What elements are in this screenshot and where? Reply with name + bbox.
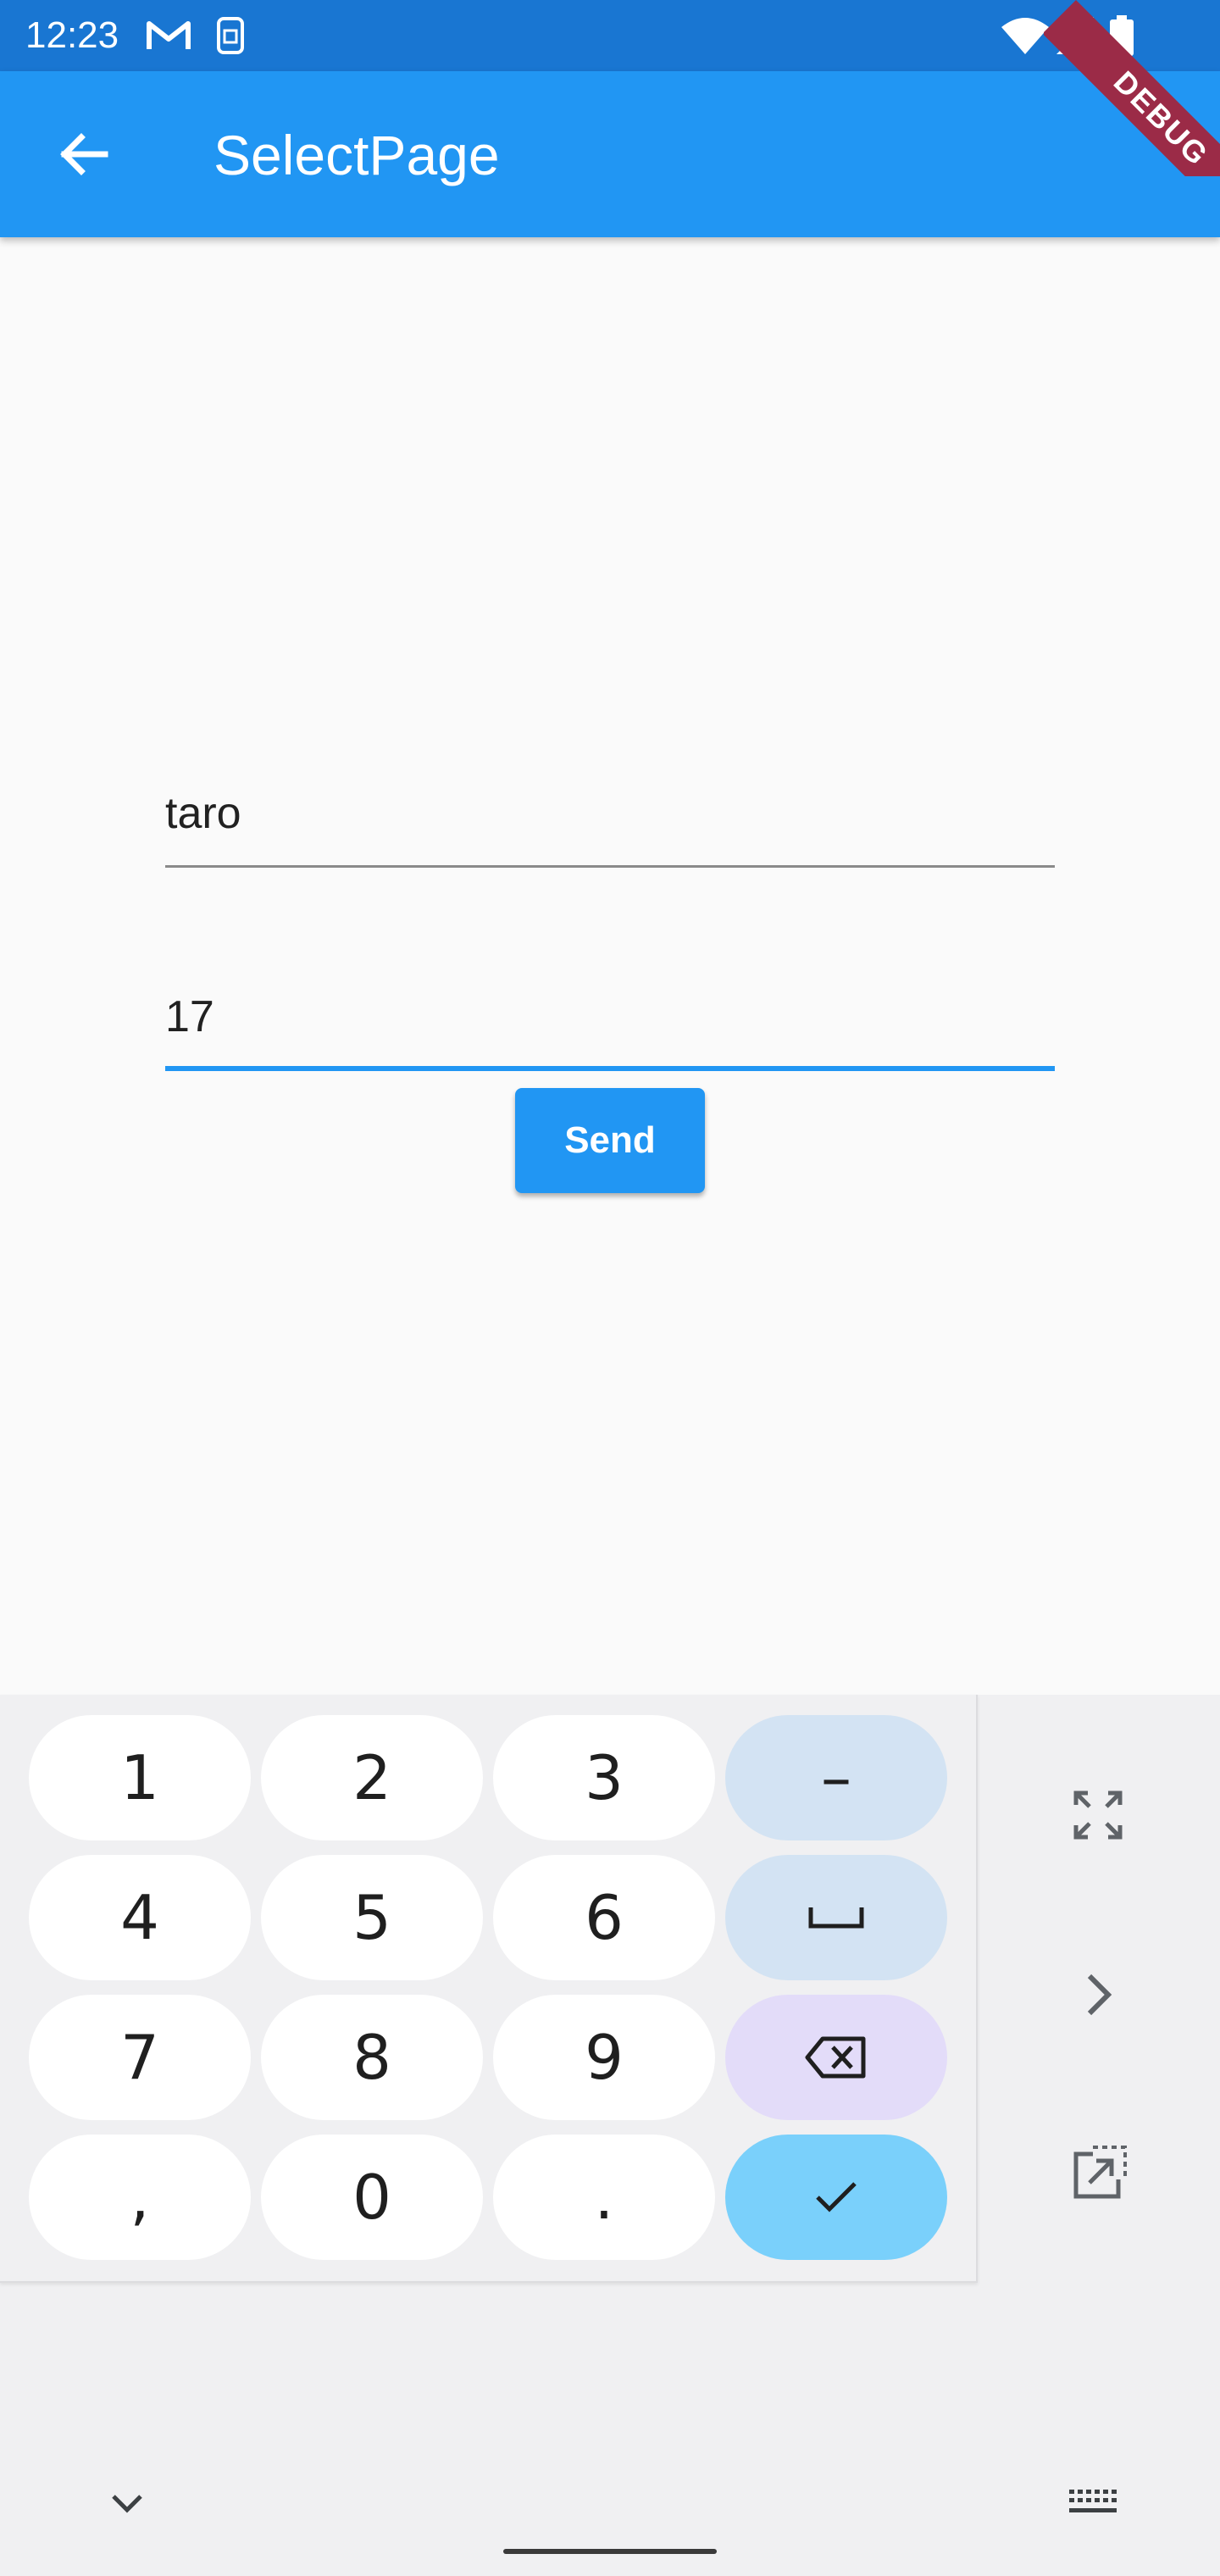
name-input-underline xyxy=(165,865,1055,868)
switch-keyboard-button[interactable] xyxy=(1042,2452,1144,2554)
age-input-underline-focused xyxy=(165,1066,1055,1071)
age-input[interactable] xyxy=(165,966,1055,1068)
key-backspace[interactable] xyxy=(725,1995,947,2120)
key-2[interactable]: 2 xyxy=(261,1715,483,1840)
keyboard-icon xyxy=(1069,2490,1117,2512)
send-button[interactable]: Send xyxy=(515,1088,705,1193)
key-space[interactable] xyxy=(725,1855,947,1980)
home-indicator[interactable] xyxy=(503,2549,717,2554)
fullscreen-icon xyxy=(1073,1790,1123,1840)
back-button[interactable] xyxy=(41,112,125,197)
key-comma[interactable]: , xyxy=(29,2135,251,2260)
page-title: SelectPage xyxy=(214,124,500,186)
space-icon xyxy=(808,1907,864,1929)
app-bar xyxy=(0,71,1220,237)
key-minus[interactable]: – xyxy=(725,1715,947,1840)
key-9[interactable]: 9 xyxy=(493,1995,715,2120)
key-0[interactable]: 0 xyxy=(261,2135,483,2260)
key-3[interactable]: 3 xyxy=(493,1715,715,1840)
name-input[interactable] xyxy=(165,763,1055,864)
backspace-icon xyxy=(805,2036,866,2079)
hide-keyboard-button[interactable] xyxy=(76,2452,178,2554)
fullscreen-button[interactable] xyxy=(1047,1764,1149,1866)
key-period[interactable]: . xyxy=(493,2135,715,2260)
wifi-icon xyxy=(1001,18,1049,54)
open-external-icon xyxy=(1073,2146,1127,2199)
key-6[interactable]: 6 xyxy=(493,1855,715,1980)
open-external-button[interactable] xyxy=(1047,2124,1149,2225)
key-8[interactable]: 8 xyxy=(261,1995,483,2120)
key-enter[interactable] xyxy=(725,2135,947,2260)
check-icon xyxy=(816,2182,857,2212)
key-1[interactable]: 1 xyxy=(29,1715,251,1840)
key-7[interactable]: 7 xyxy=(29,1995,251,2120)
name-field-container xyxy=(165,746,1055,881)
status-time: 12:23 xyxy=(25,14,119,56)
next-button[interactable] xyxy=(1047,1944,1149,2046)
age-field-container xyxy=(165,949,1055,1085)
debug-ribbon: DEBUG xyxy=(1044,0,1220,176)
chevron-down-icon xyxy=(112,2495,142,2513)
key-4[interactable]: 4 xyxy=(29,1855,251,1980)
chevron-right-icon xyxy=(1087,1974,1112,2016)
arrow-back-icon xyxy=(60,133,108,175)
debug-banner-label: DEBUG xyxy=(1044,0,1220,176)
sim-icon xyxy=(217,17,244,54)
key-5[interactable]: 5 xyxy=(261,1855,483,1980)
gmail-icon xyxy=(147,21,191,49)
